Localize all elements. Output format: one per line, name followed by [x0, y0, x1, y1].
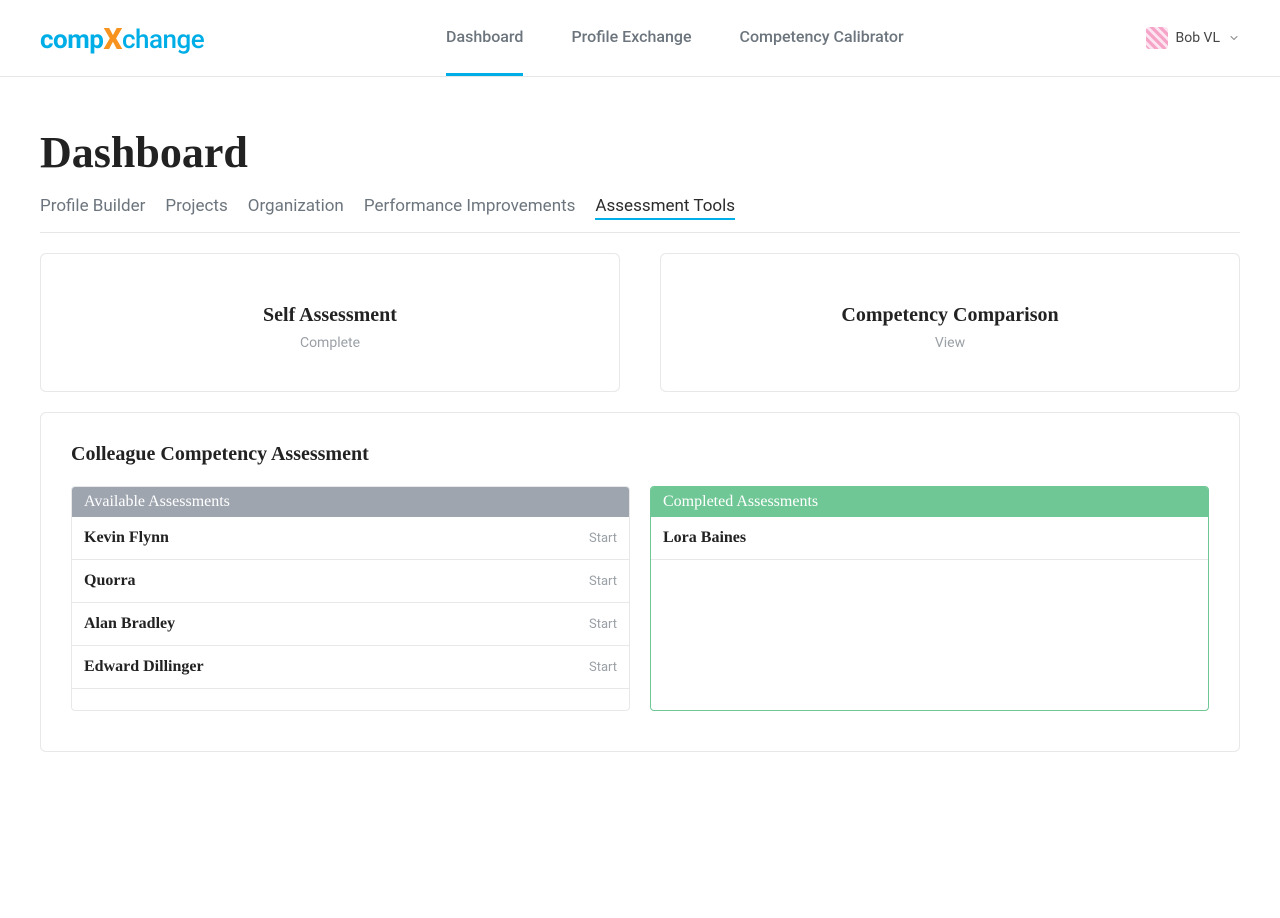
brand-part-change: change: [122, 25, 204, 55]
card-self-assessment[interactable]: Self Assessment Complete: [40, 253, 620, 392]
brand-part-comp: comp: [40, 25, 103, 55]
chevron-down-icon: [1228, 29, 1240, 48]
user-menu[interactable]: Bob VL: [1146, 27, 1241, 49]
tab-performance-improvements[interactable]: Performance Improvements: [364, 196, 576, 220]
colleague-name: Edward Dillinger: [84, 658, 204, 676]
start-link[interactable]: Start: [589, 531, 617, 546]
available-list-body[interactable]: Kevin Flynn Start Quorra Start Alan Brad…: [72, 517, 629, 710]
colleague-name: Kevin Flynn: [84, 529, 169, 547]
card-competency-comparison[interactable]: Competency Comparison View: [660, 253, 1240, 392]
colleague-name: Alan Bradley: [84, 615, 175, 633]
brand-part-x: X: [103, 22, 122, 57]
main-content: Dashboard Profile Builder Projects Organ…: [0, 77, 1280, 752]
cards-row: Self Assessment Complete Competency Comp…: [40, 253, 1240, 392]
card-subtitle: View: [681, 335, 1219, 351]
colleague-name: Quorra: [84, 572, 136, 590]
list-item: Quorra Start: [72, 560, 629, 603]
start-link[interactable]: Start: [589, 660, 617, 675]
colleague-assessment-panel: Colleague Competency Assessment Availabl…: [40, 412, 1240, 752]
completed-assessments-header: Completed Assessments: [651, 487, 1208, 517]
colleague-name: Lora Baines: [663, 529, 746, 547]
completed-list-body[interactable]: Lora Baines: [651, 517, 1208, 710]
card-subtitle: Complete: [61, 335, 599, 351]
tab-profile-builder[interactable]: Profile Builder: [40, 196, 145, 220]
list-item: Alan Bradley Start: [72, 603, 629, 646]
nav-profile-exchange[interactable]: Profile Exchange: [571, 0, 691, 76]
subtabs: Profile Builder Projects Organization Pe…: [40, 196, 1240, 233]
tab-assessment-tools[interactable]: Assessment Tools: [595, 196, 735, 220]
available-assessments-header: Available Assessments: [72, 487, 629, 517]
brand-logo[interactable]: compXchange: [40, 21, 204, 56]
available-assessments-list: Available Assessments Kevin Flynn Start …: [71, 486, 630, 711]
primary-nav: Dashboard Profile Exchange Competency Ca…: [204, 0, 1145, 76]
panel-title: Colleague Competency Assessment: [71, 443, 1209, 466]
start-link[interactable]: Start: [589, 617, 617, 632]
list-item: Kevin Flynn Start: [72, 517, 629, 560]
completed-assessments-list: Completed Assessments Lora Baines: [650, 486, 1209, 711]
list-item: Lora Baines: [651, 517, 1208, 560]
nav-competency-calibrator[interactable]: Competency Calibrator: [740, 0, 904, 76]
lists-row: Available Assessments Kevin Flynn Start …: [71, 486, 1209, 711]
start-link[interactable]: Start: [589, 574, 617, 589]
card-title: Self Assessment: [61, 304, 599, 327]
tab-organization[interactable]: Organization: [248, 196, 344, 220]
tab-projects[interactable]: Projects: [165, 196, 227, 220]
topbar: compXchange Dashboard Profile Exchange C…: [0, 0, 1280, 77]
card-title: Competency Comparison: [681, 304, 1219, 327]
list-item: Edward Dillinger Start: [72, 646, 629, 689]
page-title: Dashboard: [40, 127, 1240, 178]
user-name: Bob VL: [1176, 30, 1221, 46]
nav-dashboard[interactable]: Dashboard: [446, 0, 523, 76]
avatar: [1146, 27, 1168, 49]
